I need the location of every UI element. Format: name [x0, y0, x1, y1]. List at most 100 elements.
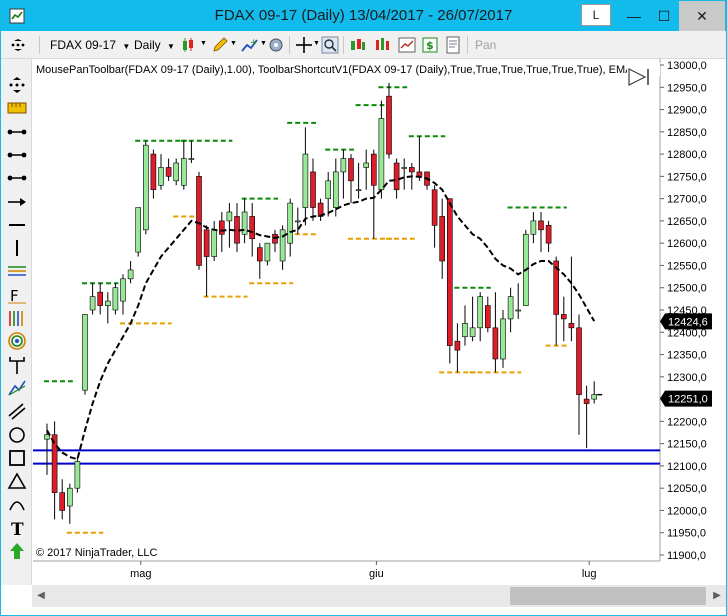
x-tick-label: mag [130, 568, 151, 580]
candle-body [591, 394, 598, 400]
candle-body [500, 318, 506, 360]
candle-body [469, 327, 476, 338]
candle-body [196, 176, 202, 266]
candle-body [477, 296, 484, 329]
candle-body [568, 323, 575, 329]
candle-body [302, 153, 309, 208]
chart-window: FDAX 09-17 (Daily) 13/04/2017 - 26/07/20… [0, 0, 727, 616]
candle-body [355, 189, 362, 192]
x-tick-label: lug [582, 568, 597, 580]
candle-body [560, 314, 567, 320]
candle-body [44, 434, 50, 440]
candle-body [135, 207, 141, 253]
candle-body [310, 171, 316, 208]
candle-body [446, 198, 453, 346]
candle-body [583, 398, 590, 404]
candle-body [538, 220, 544, 231]
y-tick-label: 12750,0 [667, 171, 707, 183]
y-tick-label: 12650,0 [667, 216, 707, 228]
candle-body [173, 162, 179, 182]
candle-body [545, 225, 552, 244]
candle-body [181, 158, 187, 186]
y-tick-label: 12800,0 [667, 149, 707, 161]
scroll-right-icon[interactable]: ▶ [710, 585, 724, 607]
scroll-thumb[interactable] [510, 587, 706, 605]
candle-body [226, 211, 233, 222]
candle-body [370, 153, 377, 186]
y-tick-label: 13000,0 [667, 60, 707, 72]
y-tick-label: 12150,0 [667, 439, 707, 451]
y-tick-label: 12500,0 [667, 283, 707, 295]
candle-body [59, 492, 66, 511]
candle-body [158, 167, 164, 186]
y-tick-label: 12900,0 [667, 105, 707, 117]
candle-body [51, 434, 58, 493]
candle-body [378, 118, 385, 191]
candle-body [143, 144, 149, 231]
candle-body [74, 461, 81, 489]
candle-body [211, 229, 217, 257]
candle-body [576, 327, 582, 395]
candle-body [515, 309, 522, 312]
candle-body [431, 189, 438, 226]
candle-body [127, 269, 134, 280]
candle-body [105, 300, 111, 306]
candle-body [264, 242, 271, 262]
candle-body [408, 167, 415, 173]
candle-body [492, 327, 499, 360]
y-tick-label: 12850,0 [667, 127, 707, 139]
candle-body [340, 158, 347, 173]
candle-body [203, 229, 210, 257]
candle-body [462, 323, 468, 338]
candle-body [89, 296, 96, 311]
y-tick-label: 11950,0 [667, 528, 706, 540]
candle-body [484, 305, 491, 329]
candle-body [67, 487, 73, 507]
candle-body [97, 291, 103, 306]
copyright-text: © 2017 NinjaTrader, LLC [36, 547, 157, 559]
y-tick-label: 12100,0 [667, 461, 707, 473]
candle-body [112, 287, 119, 311]
horizontal-scrollbar[interactable]: ◀ ▶ [32, 585, 726, 607]
candle-body [256, 247, 263, 262]
x-tick-label: giu [369, 568, 384, 580]
indicator-label: MousePanToolbar(FDAX 09-17 (Daily),1.00)… [36, 64, 643, 76]
candle-body [249, 216, 255, 240]
candle-body [386, 95, 392, 155]
y-tick-label: 12950,0 [667, 82, 707, 94]
candle-body [325, 180, 332, 199]
candle-body [439, 216, 446, 262]
candle-body [507, 296, 514, 320]
crosshair-price-label: 12424,6 [660, 313, 712, 330]
y-tick-label: 12550,0 [667, 260, 707, 272]
current-price-label-text: 12251,0 [668, 394, 708, 406]
candle-body [294, 220, 301, 223]
candle-body [530, 220, 537, 235]
candle-body [416, 171, 423, 177]
candle-body [219, 220, 225, 235]
y-tick-label: 12000,0 [667, 505, 707, 517]
candle-body [363, 162, 370, 168]
y-tick-label: 12050,0 [667, 483, 707, 495]
candle-body [82, 314, 88, 391]
candle-body [393, 162, 400, 191]
current-price-label: 12251,0 [660, 390, 712, 407]
candle-body [332, 171, 339, 208]
scroll-left-icon[interactable]: ◀ [34, 585, 48, 607]
candle-body [287, 202, 294, 244]
candle-body [120, 278, 126, 302]
y-tick-label: 12200,0 [667, 416, 707, 428]
crosshair-price-label-text: 12424,6 [668, 316, 708, 328]
y-tick-label: 12700,0 [667, 194, 707, 206]
y-tick-label: 12300,0 [667, 372, 707, 384]
candle-body [454, 340, 461, 351]
candle-body [348, 158, 354, 182]
y-tick-label: 12350,0 [667, 350, 707, 362]
y-tick-label: 11900,0 [667, 550, 706, 562]
candle-body [188, 158, 195, 160]
y-tick-label: 12600,0 [667, 238, 707, 250]
plot-area[interactable] [33, 59, 660, 561]
price-chart[interactable]: MousePanToolbar(FDAX 09-17 (Daily),1.00)… [1, 1, 726, 585]
candle-body [401, 167, 408, 169]
candle-body [150, 153, 157, 191]
